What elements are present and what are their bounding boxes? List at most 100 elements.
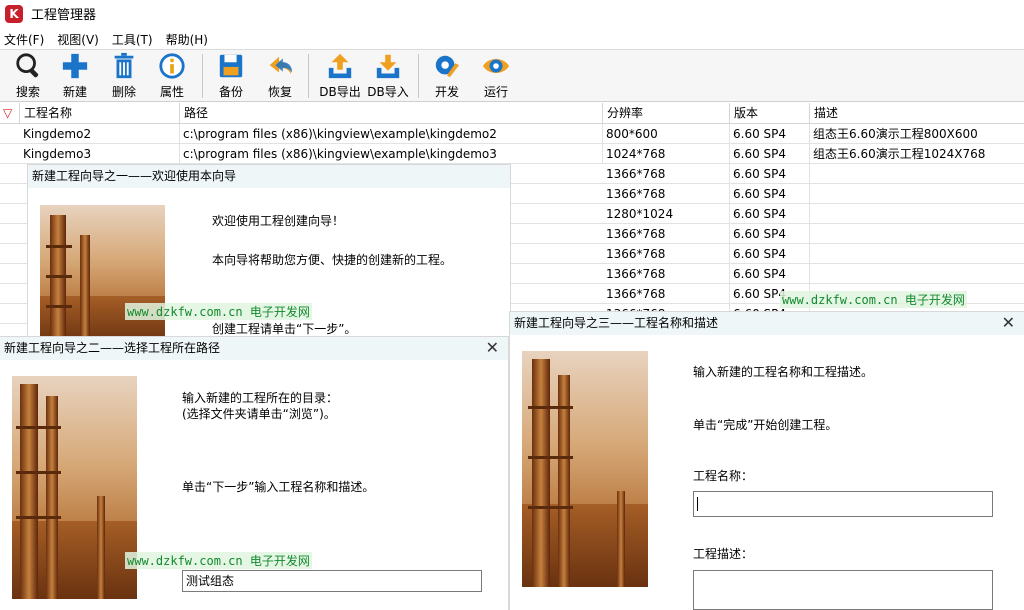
close-icon[interactable]: ✕ — [1002, 314, 1015, 332]
project-name-input[interactable] — [693, 491, 993, 517]
description-cell: 组态王6.60演示工程800X600 — [813, 127, 978, 141]
resolution-cell: 1366*768 — [603, 244, 730, 264]
develop-button[interactable]: 开发 — [425, 52, 469, 100]
watermark-url: www.dzkfw.com.cn — [127, 554, 243, 568]
column-header-description[interactable]: 描述 — [810, 103, 1024, 124]
toolbar-separator — [202, 54, 203, 98]
filter-icon[interactable]: ▽ — [0, 103, 20, 124]
column-header-name[interactable]: 工程名称 — [20, 103, 180, 124]
wizard-step1-text-welcome: 欢迎使用工程创建向导！ — [212, 214, 345, 228]
db-import-label: DB导入 — [367, 85, 409, 99]
menu-file[interactable]: 文件(F) — [4, 31, 44, 48]
close-icon[interactable]: ✕ — [486, 339, 499, 357]
wizard-step3-text-finish: 单击“完成”开始创建工程。 — [693, 418, 838, 432]
resolution-cell: 800*600 — [603, 124, 730, 144]
resolution-cell: 1366*768 — [603, 164, 730, 184]
refinery-image — [522, 351, 648, 587]
project-description-label: 工程描述： — [693, 547, 754, 561]
menu-bar: 文件(F) 视图(V) 工具(T) 帮助(H) — [0, 30, 1024, 48]
run-button[interactable]: 运行 — [474, 52, 518, 100]
delete-button[interactable]: 删除 — [102, 52, 146, 100]
app-icon: K — [5, 4, 23, 23]
search-label: 搜索 — [15, 85, 40, 99]
project-name-label: 工程名称： — [693, 469, 754, 483]
wizard-step2-title: 新建工程向导之二——选择工程所在路径 — [0, 337, 508, 360]
wizard-step1-text-help: 本向导将帮助您方便、快捷的创建新的工程。 — [212, 253, 453, 267]
db-import-button[interactable]: DB导入 — [366, 52, 410, 100]
column-header-path[interactable]: 路径 — [180, 103, 603, 124]
project-description-input[interactable] — [693, 570, 993, 610]
description-cell: 组态王6.60演示工程1024X768 — [813, 147, 986, 161]
restore-label: 恢复 — [267, 85, 292, 99]
wizard-step2-text-browse: (选择文件夹请单击“浏览”)。 — [182, 407, 336, 421]
resolution-cell: 1366*768 — [603, 264, 730, 284]
save-icon — [219, 54, 243, 78]
version-cell: 6.60 SP4 — [730, 244, 810, 264]
gear-icon — [435, 55, 460, 78]
watermark: www.dzkfw.com.cn 电子开发网 — [780, 291, 967, 308]
window-title: 工程管理器 — [31, 8, 97, 23]
version-cell: 6.60 SP4 — [730, 164, 810, 184]
properties-label: 属性 — [159, 85, 184, 99]
project-path-input[interactable]: 测试组态 — [182, 570, 482, 592]
wizard-step3-text-input: 输入新建的工程名称和工程描述。 — [693, 365, 874, 379]
table-row[interactable]: Kingdemo3 c:\program files (x86)\kingvie… — [0, 144, 1024, 164]
wizard-step2-text-dir: 输入新建的工程所在的目录： — [182, 391, 339, 405]
title-bar: K 工程管理器 — [0, 0, 1024, 27]
resolution-cell: 1366*768 — [603, 224, 730, 244]
db-export-label: DB导出 — [319, 85, 361, 99]
table-row[interactable]: Kingdemo2 c:\program files (x86)\kingvie… — [0, 124, 1024, 144]
menu-view[interactable]: 视图(V) — [57, 31, 99, 48]
refinery-image — [12, 376, 137, 599]
project-name-cell: Kingdemo3 — [20, 144, 180, 164]
info-icon — [159, 53, 185, 79]
resolution-cell: 1024*768 — [603, 144, 730, 164]
watermark: www.dzkfw.com.cn 电子开发网 — [125, 552, 312, 569]
version-cell: 6.60 SP4 — [730, 144, 810, 164]
wizard-step2-text-next: 单击“下一步”输入工程名称和描述。 — [182, 480, 375, 494]
toolbar-separator — [418, 54, 419, 98]
download-icon — [376, 54, 400, 79]
project-path-cell: c:\program files (x86)\kingview\example\… — [180, 144, 603, 164]
refinery-image — [40, 205, 165, 345]
wizard-step1-title: 新建工程向导之一——欢迎使用本向导 — [28, 165, 510, 188]
undo-icon — [269, 56, 293, 75]
project-path-cell: c:\program files (x86)\kingview\example\… — [180, 124, 603, 144]
wizard-step3-dialog: 新建工程向导之三——工程名称和描述 ✕ 输入新建的工程名称和工程描述。 单击“完… — [510, 312, 1024, 610]
toolbar-separator — [308, 54, 309, 98]
wizard-step2-dialog: 新建工程向导之二——选择工程所在路径 ✕ 输入新建的工程所在的目录： (选择文件… — [0, 337, 508, 610]
resolution-cell: 1366*768 — [603, 184, 730, 204]
version-cell: 6.60 SP4 — [730, 204, 810, 224]
db-export-button[interactable]: DB导出 — [318, 52, 362, 100]
new-label: 新建 — [62, 85, 87, 99]
watermark-text: 电子开发网 — [249, 305, 310, 319]
properties-button[interactable]: 属性 — [150, 52, 194, 100]
backup-button[interactable]: 备份 — [209, 52, 253, 100]
version-cell: 6.60 SP4 — [730, 264, 810, 284]
watermark: www.dzkfw.com.cn 电子开发网 — [125, 303, 312, 320]
watermark-url: www.dzkfw.com.cn — [782, 293, 898, 307]
column-header-version[interactable]: 版本 — [730, 103, 810, 124]
run-label: 运行 — [483, 85, 508, 99]
resolution-cell: 1280*1024 — [603, 204, 730, 224]
upload-icon — [328, 53, 352, 79]
watermark-url: www.dzkfw.com.cn — [127, 305, 243, 319]
wizard-step3-title: 新建工程向导之三——工程名称和描述 — [510, 312, 1024, 335]
search-icon — [16, 53, 39, 78]
develop-label: 开发 — [434, 85, 459, 99]
search-button[interactable]: 搜索 — [6, 52, 50, 100]
resolution-cell: 1366*768 — [603, 284, 730, 304]
trash-icon — [114, 52, 134, 79]
toolbar: 搜索 新建 删除 属性 备份 恢复 DB导出 DB导入 开发 运行 — [0, 49, 1024, 102]
new-button[interactable]: 新建 — [53, 52, 97, 100]
wizard-step1-text-next: 创建工程请单击“下一步”。 — [212, 322, 357, 336]
version-cell: 6.60 SP4 — [730, 124, 810, 144]
eye-icon — [482, 59, 510, 73]
restore-button[interactable]: 恢复 — [258, 52, 302, 100]
plus-icon — [62, 53, 88, 79]
menu-help[interactable]: 帮助(H) — [166, 31, 208, 48]
menu-tools[interactable]: 工具(T) — [112, 31, 153, 48]
project-name-cell: Kingdemo2 — [20, 124, 180, 144]
column-header-resolution[interactable]: 分辨率 — [603, 103, 730, 124]
watermark-text: 电子开发网 — [249, 554, 310, 568]
